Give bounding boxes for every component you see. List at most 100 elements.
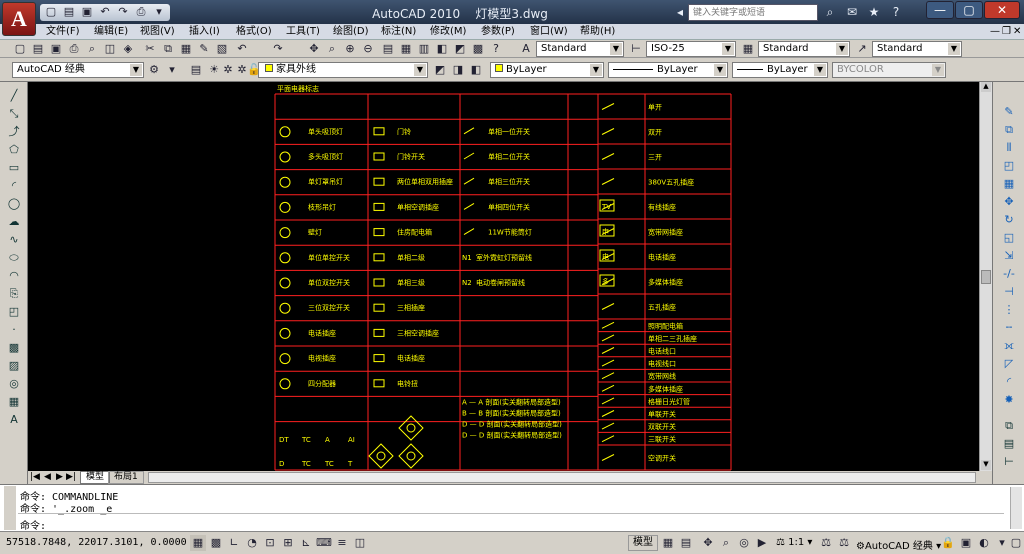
circle-icon[interactable]: ◯ xyxy=(6,196,22,212)
draworder-icon[interactable]: ⧉ xyxy=(1001,418,1017,434)
linetype-select[interactable]: ByLayer ▼ xyxy=(608,62,728,78)
layer-previous-icon[interactable]: ◨ xyxy=(450,62,466,78)
make-block-icon[interactable]: ◰ xyxy=(6,304,22,320)
annotation-scale[interactable]: ⚖ 1:1 ▾ xyxy=(776,537,812,548)
match-properties-icon[interactable]: ✎ xyxy=(196,41,212,57)
command-input[interactable] xyxy=(58,516,978,529)
workspace-select[interactable]: AutoCAD 经典 ▼ xyxy=(12,62,144,78)
plot-toolbar-icon[interactable]: ⎙ xyxy=(66,41,82,57)
zoom-status-icon[interactable]: ⌕ xyxy=(718,535,734,551)
search-input[interactable]: 键入关键字或短语 xyxy=(688,4,818,21)
undo-icon[interactable]: ↶ xyxy=(97,4,113,20)
toolbar-lock-icon[interactable]: 🔒 xyxy=(940,535,956,551)
menu-draw[interactable]: 绘图(D) xyxy=(333,24,369,40)
paste-icon[interactable]: ▦ xyxy=(178,41,194,57)
command-grip[interactable] xyxy=(4,486,16,530)
layer-states-icon[interactable]: ◧ xyxy=(468,62,484,78)
array-icon[interactable]: ▦ xyxy=(1001,176,1017,192)
ucs-icon[interactable]: ⊾ xyxy=(298,535,314,551)
dimension-icon[interactable]: ⊢ xyxy=(1001,454,1017,470)
region-icon[interactable]: ◎ xyxy=(6,376,22,392)
workspace-switch[interactable]: ⚙AutoCAD 经典 ▾ xyxy=(856,537,941,552)
table-style-select[interactable]: Standard ▼ xyxy=(758,41,850,57)
construction-line-icon[interactable]: ⤡ xyxy=(6,106,22,122)
break-icon[interactable]: ╌ xyxy=(1001,320,1017,336)
open-icon[interactable]: ▤ xyxy=(30,41,46,57)
mdi-close-icon[interactable]: ✕ xyxy=(1013,24,1021,40)
infocenter-expand-icon[interactable]: ◂ xyxy=(672,4,688,20)
save-icon[interactable]: ▣ xyxy=(79,4,95,20)
open-file-icon[interactable]: ▤ xyxy=(61,4,77,20)
dynamic-input-icon[interactable]: ⌨ xyxy=(316,535,332,551)
lineweight-select[interactable]: ByLayer ▼ xyxy=(732,62,828,78)
layer-select[interactable]: 家具外线 ▼ xyxy=(258,62,428,78)
model-space-button[interactable]: 模型 xyxy=(628,535,658,551)
help-toolbar-icon[interactable]: ? xyxy=(488,41,504,57)
color-select[interactable]: ByLayer ▼ xyxy=(490,62,604,78)
pan-icon[interactable]: ✥ xyxy=(306,41,322,57)
menu-format[interactable]: 格式(O) xyxy=(236,24,272,40)
polar-tracking-icon[interactable]: ◔ xyxy=(244,535,260,551)
scale-icon[interactable]: ◱ xyxy=(1001,230,1017,246)
maximize-button[interactable]: ▢ xyxy=(955,1,983,19)
grid-display-icon[interactable]: ▩ xyxy=(208,535,224,551)
save-toolbar-icon[interactable]: ▣ xyxy=(48,41,64,57)
revcloud-icon[interactable]: ☁ xyxy=(6,214,22,230)
fillet-icon[interactable]: ◜ xyxy=(1001,374,1017,390)
point-icon[interactable]: · xyxy=(6,322,22,338)
ortho-mode-icon[interactable]: ∟ xyxy=(226,535,242,551)
scroll-down-arrow[interactable]: ▼ xyxy=(981,460,991,470)
steering-wheel-icon[interactable]: ◎ xyxy=(736,535,752,551)
make-current-layer-icon[interactable]: ◩ xyxy=(432,62,448,78)
zoom-window-icon[interactable]: ⊕ xyxy=(342,41,358,57)
menu-window[interactable]: 窗口(W) xyxy=(530,24,568,40)
isolate-objects-icon[interactable]: ◐ xyxy=(976,535,992,551)
move-icon[interactable]: ✥ xyxy=(1001,194,1017,210)
tab-nav-next-icon[interactable]: ▶ xyxy=(56,472,63,482)
text-style-select[interactable]: Standard ▼ xyxy=(536,41,624,57)
quick-properties-icon[interactable]: ◫ xyxy=(352,535,368,551)
publish-icon[interactable]: ◫ xyxy=(102,41,118,57)
quickcalc-icon[interactable]: ▩ xyxy=(470,41,486,57)
ellipse-icon[interactable]: ⬭ xyxy=(6,250,22,266)
dim-style-icon[interactable]: ⊢ xyxy=(628,41,644,57)
sheet-set-icon[interactable]: ◧ xyxy=(434,41,450,57)
app-menu-button[interactable]: A xyxy=(2,2,36,36)
arc-icon[interactable]: ◜ xyxy=(6,178,22,194)
properties-icon[interactable]: ▤ xyxy=(380,41,396,57)
tab-nav-prev-icon[interactable]: ◀ xyxy=(44,472,51,482)
menu-insert[interactable]: 插入(I) xyxy=(189,24,220,40)
new-file-icon[interactable]: ▢ xyxy=(43,4,59,20)
polyline-icon[interactable]: ⤴ xyxy=(6,124,22,140)
multileader-style-icon[interactable]: ↗ xyxy=(854,41,870,57)
menu-file[interactable]: 文件(F) xyxy=(46,24,80,40)
zoom-previous-icon[interactable]: ⊖ xyxy=(360,41,376,57)
erase-icon[interactable]: ✎ xyxy=(1001,104,1017,120)
rotate-icon[interactable]: ↻ xyxy=(1001,212,1017,228)
offset-icon[interactable]: ◰ xyxy=(1001,158,1017,174)
text-style-icon[interactable]: A xyxy=(518,41,534,57)
minimize-button[interactable]: — xyxy=(926,1,954,19)
menu-dimension[interactable]: 标注(N) xyxy=(381,24,416,40)
menu-modify[interactable]: 修改(M) xyxy=(430,24,466,40)
tool-palettes-icon[interactable]: ▥ xyxy=(416,41,432,57)
3d-dwf-icon[interactable]: ◈ xyxy=(120,41,136,57)
help-icon[interactable]: ? xyxy=(888,4,904,20)
copy-icon[interactable]: ⧉ xyxy=(160,41,176,57)
menu-help[interactable]: 帮助(H) xyxy=(580,24,615,40)
tab-layout1[interactable]: 布局1 xyxy=(108,471,144,484)
spline-icon[interactable]: ∿ xyxy=(6,232,22,248)
vertical-scrollbar[interactable]: ▲ ▼ xyxy=(979,82,992,471)
menu-edit[interactable]: 编辑(E) xyxy=(94,24,128,40)
cut-icon[interactable]: ✂ xyxy=(142,41,158,57)
snap-mode-icon[interactable]: ▦ xyxy=(190,535,206,551)
chamfer-icon[interactable]: ◸ xyxy=(1001,356,1017,372)
redo-icon[interactable]: ↷ xyxy=(115,4,131,20)
multileader-style-select[interactable]: Standard ▼ xyxy=(872,41,962,57)
trim-icon[interactable]: -/- xyxy=(1001,266,1017,282)
layer-properties-icon[interactable]: ▤ xyxy=(188,62,204,78)
qnew-icon[interactable]: ▢ xyxy=(12,41,28,57)
workspace-lock-icon[interactable]: ▾ xyxy=(164,62,180,78)
mdi-restore-icon[interactable]: ❐ xyxy=(1002,24,1011,40)
block-editor-icon[interactable]: ▧ xyxy=(214,41,230,57)
